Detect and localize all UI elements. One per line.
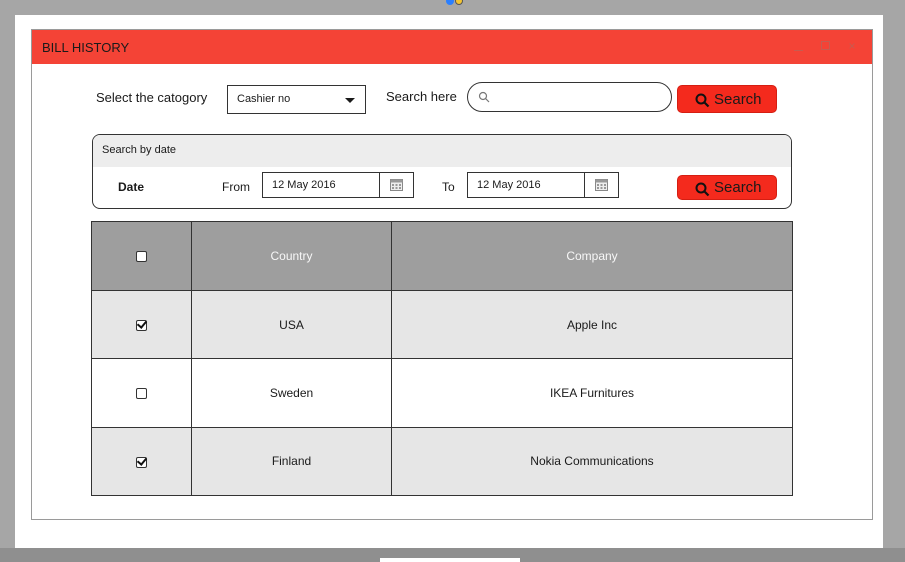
row-checkbox[interactable] xyxy=(136,456,147,468)
search-icon xyxy=(478,91,490,103)
column-header-country[interactable]: Country xyxy=(191,221,392,291)
search-field[interactable] xyxy=(467,82,672,112)
category-select[interactable]: Cashier no xyxy=(227,85,366,114)
search-icon xyxy=(695,93,710,108)
to-date-value: 12 May 2016 xyxy=(477,179,541,191)
date-label: Date xyxy=(118,180,145,194)
close-icon[interactable]: × xyxy=(845,39,859,53)
country-cell: Sweden xyxy=(191,358,392,428)
status-dot-icon xyxy=(455,0,463,5)
date-search-button[interactable]: Search xyxy=(677,175,777,200)
date-search-button-label: Search xyxy=(714,179,762,196)
country-cell: Finland xyxy=(191,426,392,497)
title-bar: BILL HISTORY × xyxy=(32,30,872,64)
search-button[interactable]: Search xyxy=(677,85,777,113)
category-label: Select the catogory xyxy=(96,90,208,105)
from-calendar-button[interactable] xyxy=(379,173,413,197)
minimize-icon[interactable] xyxy=(792,39,806,53)
bill-history-window: BILL HISTORY × Select the catogory Cashi… xyxy=(31,29,873,520)
table-row[interactable]: USA Apple Inc xyxy=(91,289,793,360)
date-panel-header: Search by date xyxy=(93,135,791,167)
row-select-cell xyxy=(91,358,192,428)
calendar-icon xyxy=(595,179,608,191)
row-select-cell xyxy=(91,289,192,360)
row-checkbox[interactable] xyxy=(136,388,147,400)
search-label: Search here xyxy=(386,89,457,104)
search-button-label: Search xyxy=(714,91,762,108)
to-label: To xyxy=(442,180,455,194)
company-cell: Apple Inc xyxy=(391,289,793,360)
calendar-icon xyxy=(390,179,403,191)
row-select-cell xyxy=(91,426,192,497)
row-checkbox[interactable] xyxy=(136,319,147,331)
status-dot-icon xyxy=(446,0,454,5)
company-cell: Nokia Communications xyxy=(391,426,793,497)
company-cell: IKEA Furnitures xyxy=(391,358,793,428)
from-date-value: 12 May 2016 xyxy=(272,179,336,191)
from-label: From xyxy=(222,180,250,194)
search-icon xyxy=(695,182,710,197)
from-date-field[interactable]: 12 May 2016 xyxy=(262,172,414,198)
select-all-cell xyxy=(91,221,192,291)
to-calendar-button[interactable] xyxy=(584,173,618,197)
table-header-row: Country Company xyxy=(91,221,793,291)
search-input[interactable] xyxy=(494,88,664,106)
date-panel-title: Search by date xyxy=(102,144,176,156)
bill-table: Country Company USA Apple Inc Sweden IKE… xyxy=(91,221,793,497)
maximize-icon[interactable] xyxy=(819,39,833,53)
table-row[interactable]: Finland Nokia Communications xyxy=(91,426,793,497)
column-header-company[interactable]: Company xyxy=(391,221,793,291)
to-date-field[interactable]: 12 May 2016 xyxy=(467,172,619,198)
top-indicator xyxy=(446,0,470,7)
chevron-down-icon xyxy=(345,98,355,103)
window-title: BILL HISTORY xyxy=(42,40,130,55)
bottom-tab xyxy=(380,558,520,562)
table-row[interactable]: Sweden IKEA Furnitures xyxy=(91,358,793,428)
category-select-value: Cashier no xyxy=(237,93,291,105)
select-all-checkbox[interactable] xyxy=(136,251,147,263)
country-cell: USA xyxy=(191,289,392,360)
